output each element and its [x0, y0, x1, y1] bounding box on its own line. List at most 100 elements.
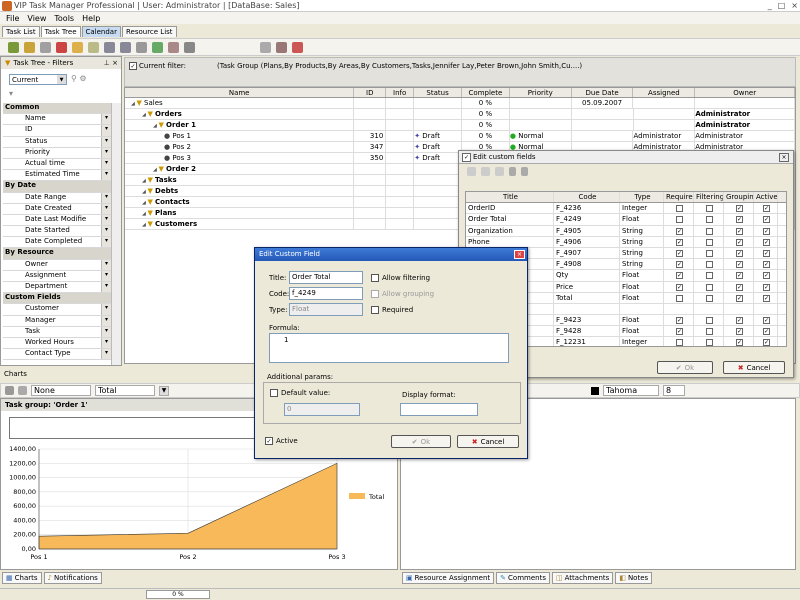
chart-settings-icon[interactable] [18, 386, 27, 395]
column-header[interactable]: Name [125, 88, 355, 97]
filter-property-row[interactable]: Status ▾ [3, 136, 111, 148]
default-value-field[interactable]: 0 [284, 403, 360, 416]
edit-field-cancel-button[interactable]: ✖ Cancel [457, 435, 519, 448]
refresh-icon[interactable] [152, 41, 163, 53]
custom-fields-column-header[interactable]: Type [620, 192, 664, 203]
custom-fields-column-header[interactable]: Title [466, 192, 554, 203]
custom-field-filt-checkbox[interactable] [706, 249, 713, 257]
custom-field-filt-checkbox[interactable] [706, 328, 713, 336]
custom-field-filt-checkbox[interactable] [706, 339, 713, 346]
custom-field-grp-checkbox[interactable]: ✓ [736, 317, 743, 325]
tab-attachments[interactable]: ◫ Attachments [552, 572, 614, 584]
apply-filter-icon[interactable]: ▾ [9, 89, 13, 98]
formula-editor[interactable]: 1 [269, 333, 509, 363]
chevron-down-icon[interactable]: ▾ [101, 282, 111, 293]
filter-property-row[interactable]: Owner ▾ [3, 259, 111, 271]
chart-type-select[interactable]: None [31, 385, 91, 396]
custom-field-grp-checkbox[interactable]: ✓ [736, 272, 743, 280]
columns-icon[interactable] [184, 41, 195, 53]
filter-icon[interactable] [72, 41, 83, 53]
menu-help[interactable]: Help [82, 14, 100, 23]
allow-filtering-checkbox[interactable] [371, 274, 379, 282]
clear-filter-icon[interactable]: ⚲ ⚙ [71, 74, 87, 83]
custom-field-act-checkbox[interactable]: ✓ [763, 272, 770, 280]
custom-field-row[interactable]: Organization F_4905 String ✓ ✓ ✓ [466, 225, 786, 237]
export-icon[interactable] [292, 41, 303, 53]
pin-icon[interactable]: ⊥ × [104, 59, 121, 67]
custom-field-row[interactable]: Order Total F_4249 Float ✓ ✓ [466, 214, 786, 226]
required-checkbox[interactable] [371, 306, 379, 314]
minimize-button[interactable]: _ [768, 1, 772, 10]
move-down-icon[interactable] [509, 166, 516, 176]
custom-field-act-checkbox[interactable]: ✓ [763, 216, 770, 224]
chevron-down-icon[interactable]: ▾ [101, 304, 111, 315]
custom-fields-ok-button[interactable]: ✔ Ok [657, 361, 713, 374]
chevron-down-icon[interactable]: ▾ [101, 349, 111, 360]
delete-field-icon[interactable] [495, 166, 504, 176]
filter-category[interactable]: Custom Fields [3, 293, 111, 305]
chevron-down-icon[interactable]: ▾ [101, 337, 111, 349]
custom-field-act-checkbox[interactable]: ✓ [763, 328, 770, 336]
close-icon[interactable]: × [514, 250, 525, 259]
menu-tools[interactable]: Tools [54, 14, 74, 23]
custom-field-req-checkbox[interactable]: ✓ [676, 317, 683, 325]
chevron-down-icon[interactable]: ▾ [101, 147, 111, 158]
custom-field-grp-checkbox[interactable]: ✓ [736, 205, 743, 213]
chevron-down-icon[interactable]: ▾ [101, 270, 111, 281]
print-icon[interactable] [276, 41, 287, 53]
custom-field-act-checkbox[interactable]: ✓ [763, 317, 770, 325]
custom-fields-column-header[interactable]: Code [554, 192, 620, 203]
current-filter-checkbox[interactable]: ✓ [129, 62, 137, 70]
custom-field-req-checkbox[interactable]: ✓ [676, 227, 683, 235]
filter-category[interactable]: By Resource [3, 248, 111, 260]
custom-field-act-checkbox[interactable]: ✓ [763, 227, 770, 235]
custom-field-req-checkbox[interactable]: ✓ [676, 249, 683, 257]
filter-property-row[interactable]: Date Started ▾ [3, 226, 111, 238]
custom-field-req-checkbox[interactable] [676, 216, 683, 224]
tab-comments[interactable]: ✎ Comments [496, 572, 550, 584]
filter-property-row[interactable]: Customer ▾ [3, 304, 111, 316]
table-row[interactable]: ◢ ▼ Sales 0 % 05.09.2007 [125, 98, 795, 109]
font-size-select[interactable]: 8 [663, 385, 685, 396]
chevron-down-icon[interactable]: ▼ [57, 75, 66, 84]
column-header[interactable]: Due Date [572, 88, 634, 97]
custom-field-filt-checkbox[interactable] [706, 227, 713, 235]
chevron-down-icon[interactable]: ▾ [101, 192, 111, 203]
column-header[interactable]: Info [386, 88, 415, 97]
filter-category[interactable]: Common [3, 103, 111, 115]
custom-field-filt-checkbox[interactable] [706, 238, 713, 246]
filter-property-row[interactable]: Worked Hours ▾ [3, 337, 111, 350]
custom-field-filt-checkbox[interactable] [706, 272, 713, 280]
chevron-down-icon[interactable]: ▾ [101, 326, 111, 337]
chevron-down-icon[interactable]: ▾ [101, 259, 111, 270]
filter-property-row[interactable]: Department ▾ [3, 282, 111, 294]
custom-field-req-checkbox[interactable]: ✓ [676, 328, 683, 336]
column-header[interactable]: ID [354, 88, 387, 97]
tab-calendar[interactable]: Calendar [81, 26, 121, 37]
custom-field-act-checkbox[interactable]: ✓ [763, 205, 770, 213]
custom-field-act-checkbox[interactable]: ✓ [763, 238, 770, 246]
default-value-checkbox[interactable] [270, 389, 278, 397]
column-header[interactable]: Assigned [633, 88, 696, 97]
custom-field-req-checkbox[interactable] [676, 294, 683, 302]
table-row[interactable]: ◢ ▼ Order 1 0 % Administrator [125, 120, 795, 131]
filter-property-row[interactable]: Date Completed ▾ [3, 237, 111, 249]
tab-notes[interactable]: ◧ Notes [615, 572, 653, 584]
add-field-icon[interactable] [467, 166, 476, 176]
tab-task-tree[interactable]: Task Tree [40, 26, 81, 37]
delete-icon[interactable] [56, 41, 67, 53]
custom-fields-column-header[interactable]: Filtering [694, 192, 724, 203]
custom-fields-cancel-button[interactable]: ✖ Cancel [723, 361, 785, 374]
filter-select[interactable]: Current ▼ [9, 74, 67, 85]
custom-field-grp-checkbox[interactable]: ✓ [736, 261, 743, 269]
custom-field-filt-checkbox[interactable] [706, 317, 713, 325]
active-checkbox[interactable]: ✓ [265, 437, 273, 445]
custom-field-act-checkbox[interactable]: ✓ [763, 261, 770, 269]
group-icon[interactable] [88, 41, 99, 53]
custom-field-req-checkbox[interactable] [676, 339, 683, 346]
close-button[interactable]: × [791, 1, 798, 10]
chevron-down-icon[interactable]: ▾ [101, 237, 111, 248]
tab-resource-list[interactable]: Resource List [121, 26, 177, 37]
tab-task-list[interactable]: Task List [2, 26, 40, 37]
custom-field-grp-checkbox[interactable]: ✓ [736, 328, 743, 336]
